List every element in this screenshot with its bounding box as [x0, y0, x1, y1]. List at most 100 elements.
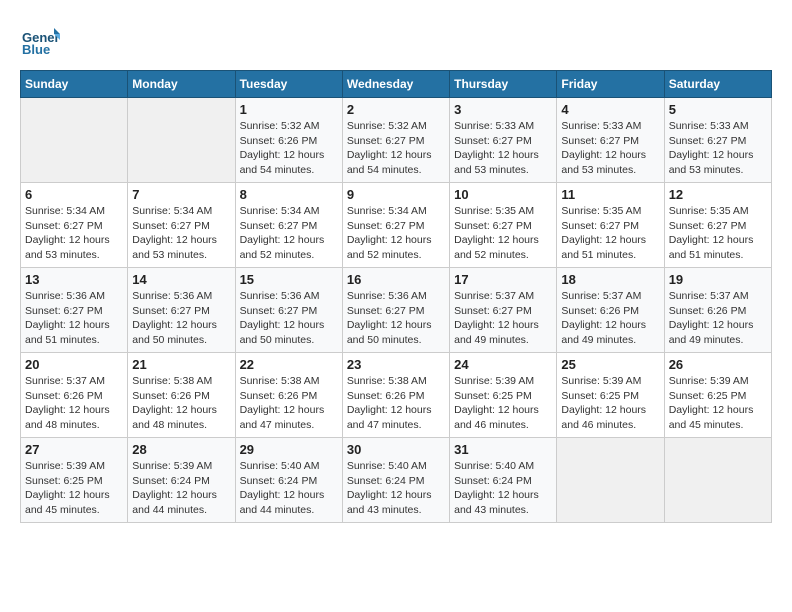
day-info: Sunrise: 5:39 AM Sunset: 6:25 PM Dayligh…: [669, 374, 767, 433]
day-number: 23: [347, 357, 445, 372]
day-info: Sunrise: 5:35 AM Sunset: 6:27 PM Dayligh…: [669, 204, 767, 263]
day-info: Sunrise: 5:36 AM Sunset: 6:27 PM Dayligh…: [347, 289, 445, 348]
day-info: Sunrise: 5:36 AM Sunset: 6:27 PM Dayligh…: [25, 289, 123, 348]
day-info: Sunrise: 5:38 AM Sunset: 6:26 PM Dayligh…: [347, 374, 445, 433]
calendar-table: SundayMondayTuesdayWednesdayThursdayFrid…: [20, 70, 772, 523]
calendar-cell: 4Sunrise: 5:33 AM Sunset: 6:27 PM Daylig…: [557, 98, 664, 183]
day-info: Sunrise: 5:34 AM Sunset: 6:27 PM Dayligh…: [132, 204, 230, 263]
day-info: Sunrise: 5:34 AM Sunset: 6:27 PM Dayligh…: [25, 204, 123, 263]
day-number: 30: [347, 442, 445, 457]
calendar-cell: 5 Sunrise: 5:33 AM Sunset: 6:27 PM Daylig…: [664, 98, 771, 183]
day-info: Sunrise: 5:37 AM Sunset: 6:26 PM Dayligh…: [669, 289, 767, 348]
header-day-thursday: Thursday: [450, 71, 557, 98]
header-day-sunday: Sunday: [21, 71, 128, 98]
header-day-tuesday: Tuesday: [235, 71, 342, 98]
calendar-cell: 22 Sunrise: 5:38 AM Sunset: 6:26 PM Dayli…: [235, 353, 342, 438]
calendar-cell: [128, 98, 235, 183]
day-info: Sunrise: 5:37 AM Sunset: 6:26 PM Dayligh…: [25, 374, 123, 433]
calendar-cell: 28 Sunrise: 5:39 AM Sunset: 6:24 PM Dayli…: [128, 438, 235, 523]
calendar-week-5: 27 Sunrise: 5:39 AM Sunset: 6:25 PM Dayli…: [21, 438, 772, 523]
day-number: 26: [669, 357, 767, 372]
calendar-cell: 16 Sunrise: 5:36 AM Sunset: 6:27 PM Dayli…: [342, 268, 449, 353]
day-info: Sunrise: 5:32 AM Sunset: 6:27 PM Dayligh…: [347, 119, 445, 178]
calendar-cell: 2Sunrise: 5:32 AM Sunset: 6:27 PM Daylig…: [342, 98, 449, 183]
calendar-cell: 25 Sunrise: 5:39 AM Sunset: 6:25 PM Dayli…: [557, 353, 664, 438]
header-row: SundayMondayTuesdayWednesdayThursdayFrid…: [21, 71, 772, 98]
day-number: 22: [240, 357, 338, 372]
day-number: 15: [240, 272, 338, 287]
header-day-saturday: Saturday: [664, 71, 771, 98]
calendar-cell: 15 Sunrise: 5:36 AM Sunset: 6:27 PM Dayli…: [235, 268, 342, 353]
day-number: 19: [669, 272, 767, 287]
calendar-week-3: 13 Sunrise: 5:36 AM Sunset: 6:27 PM Dayli…: [21, 268, 772, 353]
day-number: 1: [240, 102, 338, 117]
day-info: Sunrise: 5:33 AM Sunset: 6:27 PM Dayligh…: [669, 119, 767, 178]
day-info: Sunrise: 5:34 AM Sunset: 6:27 PM Dayligh…: [347, 204, 445, 263]
day-number: 25: [561, 357, 659, 372]
day-number: 28: [132, 442, 230, 457]
day-number: 17: [454, 272, 552, 287]
day-info: Sunrise: 5:39 AM Sunset: 6:24 PM Dayligh…: [132, 459, 230, 518]
calendar-cell: 6 Sunrise: 5:34 AM Sunset: 6:27 PM Daylig…: [21, 183, 128, 268]
day-number: 27: [25, 442, 123, 457]
calendar-cell: 11 Sunrise: 5:35 AM Sunset: 6:27 PM Dayli…: [557, 183, 664, 268]
day-info: Sunrise: 5:35 AM Sunset: 6:27 PM Dayligh…: [561, 204, 659, 263]
day-number: 3: [454, 102, 552, 117]
page-header: General Blue: [20, 20, 772, 60]
header-day-friday: Friday: [557, 71, 664, 98]
calendar-cell: 13 Sunrise: 5:36 AM Sunset: 6:27 PM Dayli…: [21, 268, 128, 353]
calendar-cell: [664, 438, 771, 523]
day-number: 13: [25, 272, 123, 287]
day-number: 16: [347, 272, 445, 287]
calendar-body: 1 Sunrise: 5:32 AM Sunset: 6:26 PM Daylig…: [21, 98, 772, 523]
calendar-cell: 10 Sunrise: 5:35 AM Sunset: 6:27 PM Dayli…: [450, 183, 557, 268]
calendar-cell: 21Sunrise: 5:38 AM Sunset: 6:26 PM Dayli…: [128, 353, 235, 438]
day-number: 31: [454, 442, 552, 457]
day-info: Sunrise: 5:39 AM Sunset: 6:25 PM Dayligh…: [561, 374, 659, 433]
day-info: Sunrise: 5:39 AM Sunset: 6:25 PM Dayligh…: [454, 374, 552, 433]
day-info: Sunrise: 5:37 AM Sunset: 6:27 PM Dayligh…: [454, 289, 552, 348]
day-number: 11: [561, 187, 659, 202]
day-info: Sunrise: 5:36 AM Sunset: 6:27 PM Dayligh…: [132, 289, 230, 348]
day-number: 29: [240, 442, 338, 457]
calendar-cell: 3 Sunrise: 5:33 AM Sunset: 6:27 PM Daylig…: [450, 98, 557, 183]
day-info: Sunrise: 5:33 AM Sunset: 6:27 PM Dayligh…: [454, 119, 552, 178]
day-info: Sunrise: 5:40 AM Sunset: 6:24 PM Dayligh…: [347, 459, 445, 518]
day-info: Sunrise: 5:34 AM Sunset: 6:27 PM Dayligh…: [240, 204, 338, 263]
calendar-cell: 9 Sunrise: 5:34 AM Sunset: 6:27 PM Daylig…: [342, 183, 449, 268]
calendar-cell: 27 Sunrise: 5:39 AM Sunset: 6:25 PM Dayli…: [21, 438, 128, 523]
day-number: 5: [669, 102, 767, 117]
calendar-cell: 20 Sunrise: 5:37 AM Sunset: 6:26 PM Dayli…: [21, 353, 128, 438]
calendar-cell: 1 Sunrise: 5:32 AM Sunset: 6:26 PM Daylig…: [235, 98, 342, 183]
day-info: Sunrise: 5:35 AM Sunset: 6:27 PM Dayligh…: [454, 204, 552, 263]
day-number: 20: [25, 357, 123, 372]
day-number: 9: [347, 187, 445, 202]
calendar-cell: 14 Sunrise: 5:36 AM Sunset: 6:27 PM Dayli…: [128, 268, 235, 353]
calendar-cell: 17 Sunrise: 5:37 AM Sunset: 6:27 PM Dayli…: [450, 268, 557, 353]
day-number: 14: [132, 272, 230, 287]
day-number: 6: [25, 187, 123, 202]
day-info: Sunrise: 5:38 AM Sunset: 6:26 PM Dayligh…: [240, 374, 338, 433]
day-number: 21: [132, 357, 230, 372]
calendar-cell: 29Sunrise: 5:40 AM Sunset: 6:24 PM Dayli…: [235, 438, 342, 523]
day-info: Sunrise: 5:39 AM Sunset: 6:25 PM Dayligh…: [25, 459, 123, 518]
calendar-week-4: 20 Sunrise: 5:37 AM Sunset: 6:26 PM Dayli…: [21, 353, 772, 438]
day-info: Sunrise: 5:40 AM Sunset: 6:24 PM Dayligh…: [454, 459, 552, 518]
calendar-cell: 30 Sunrise: 5:40 AM Sunset: 6:24 PM Dayli…: [342, 438, 449, 523]
day-info: Sunrise: 5:32 AM Sunset: 6:26 PM Dayligh…: [240, 119, 338, 178]
day-number: 12: [669, 187, 767, 202]
header-day-wednesday: Wednesday: [342, 71, 449, 98]
calendar-cell: 12 Sunrise: 5:35 AM Sunset: 6:27 PM Dayli…: [664, 183, 771, 268]
calendar-cell: 24Sunrise: 5:39 AM Sunset: 6:25 PM Dayli…: [450, 353, 557, 438]
svg-text:Blue: Blue: [22, 42, 50, 57]
calendar-cell: 23 Sunrise: 5:38 AM Sunset: 6:26 PM Dayli…: [342, 353, 449, 438]
day-info: Sunrise: 5:36 AM Sunset: 6:27 PM Dayligh…: [240, 289, 338, 348]
calendar-cell: 8 Sunrise: 5:34 AM Sunset: 6:27 PM Daylig…: [235, 183, 342, 268]
day-number: 18: [561, 272, 659, 287]
calendar-cell: 19 Sunrise: 5:37 AM Sunset: 6:26 PM Dayli…: [664, 268, 771, 353]
calendar-cell: [557, 438, 664, 523]
day-number: 10: [454, 187, 552, 202]
calendar-cell: [21, 98, 128, 183]
day-number: 8: [240, 187, 338, 202]
calendar-cell: 31 Sunrise: 5:40 AM Sunset: 6:24 PM Dayli…: [450, 438, 557, 523]
